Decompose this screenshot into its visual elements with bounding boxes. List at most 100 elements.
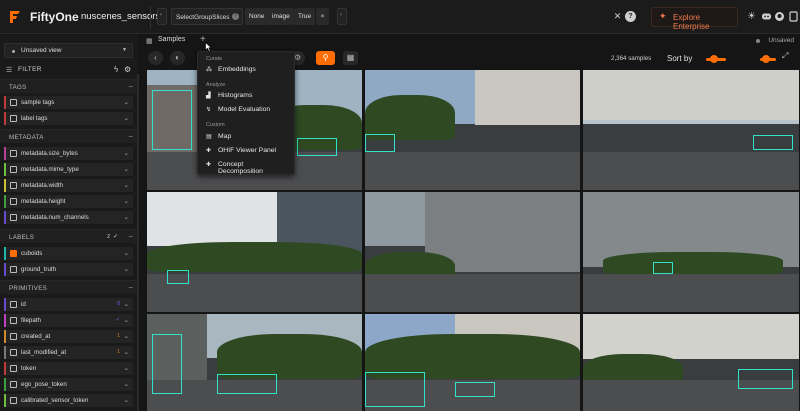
checkbox[interactable] [10,397,17,404]
sidebar-item-sample-tags[interactable]: sample tags ⌄ [4,96,133,109]
chevron-down-icon[interactable]: ⌄ [124,249,129,257]
sidebar-item-metadata-height[interactable]: metadata.height ⌄ [4,195,133,208]
sidebar-scrollbar[interactable] [137,74,139,411]
zoom-slider-knob[interactable] [762,55,770,63]
checkbox[interactable] [10,182,17,189]
checkbox-checked[interactable] [10,250,17,257]
chevron-down-icon[interactable]: ⌄ [124,348,129,356]
help-circle-icon[interactable]: ? [625,11,636,22]
sample-tile[interactable] [365,192,580,312]
chevron-down-icon[interactable]: ⌄ [124,181,129,189]
app-name[interactable]: FiftyOne [30,10,79,24]
close-operator-icon[interactable]: × [316,8,329,25]
view-selector[interactable]: Unsaved view ▼ [4,43,133,58]
menu-item-concept-decomposition[interactable]: ✚ Concept Decomposition [206,160,290,175]
chevron-down-icon[interactable]: ⌄ [124,114,129,122]
operator-arg-1[interactable]: None [245,8,269,25]
sidebar-item-created-at[interactable]: created_at 1 ⌄ [4,330,133,343]
theme-toggle-icon[interactable]: ☀ [746,11,757,22]
operator-next-button[interactable]: › [337,8,347,25]
sample-tile[interactable] [147,314,362,411]
checkbox[interactable] [10,150,17,157]
section-tags[interactable]: TAGS − [0,79,138,93]
checkbox[interactable] [10,317,17,324]
sample-tile[interactable] [365,70,580,190]
checkbox[interactable] [10,349,17,356]
section-primitives[interactable]: PRIMITIVES − [0,280,138,294]
collapse-icon[interactable]: − [128,132,133,141]
sidebar-item-calibrated-sensor-token[interactable]: calibrated_sensor_token ⌄ [4,394,133,407]
help-icon[interactable]: ? [232,13,239,20]
chevron-down-icon[interactable]: ⌄ [124,149,129,157]
section-metadata[interactable]: METADATA − [0,129,138,143]
dataset-name[interactable]: nuscenes_sensors [81,11,160,22]
checkbox[interactable] [10,333,17,340]
sidebar-item-cuboids[interactable]: cuboids ⌄ [4,247,133,260]
checkbox[interactable] [10,115,17,122]
operator-arg-3[interactable]: True [294,8,316,25]
close-icon[interactable]: ✕ [612,11,623,22]
sidebar-item-metadata-width[interactable]: metadata.width ⌄ [4,179,133,192]
section-labels[interactable]: LABELS 2 ✓ − [0,229,138,243]
check-icon[interactable]: ✓ [113,233,118,240]
sidebar-item-metadata-num-channels[interactable]: metadata.num_channels ⌄ [4,211,133,224]
checkbox[interactable] [10,381,17,388]
chevron-down-icon[interactable]: ⌄ [124,197,129,205]
sort-by-label[interactable]: Sort by [667,54,692,63]
chevron-down-icon[interactable]: ⌄ [124,316,129,324]
collapse-icon[interactable]: − [128,232,133,241]
back-icon[interactable]: ‹ [148,51,163,65]
checkbox[interactable] [10,214,17,221]
group-mode-icon[interactable]: ⚲ [316,51,335,65]
checkbox[interactable] [10,198,17,205]
sidebar-item-id[interactable]: id 0 ⌄ [4,298,133,311]
palette-icon[interactable]: ◐ [170,51,185,65]
chevron-down-icon[interactable]: ⌄ [124,98,129,106]
checkbox[interactable] [10,301,17,308]
chevron-down-icon[interactable]: ⌄ [124,165,129,173]
chevron-down-icon[interactable]: ⌄ [124,265,129,273]
chevron-down-icon[interactable]: ⌄ [124,396,129,404]
sidebar-item-metadata-mime-type[interactable]: metadata.mime_type ⌄ [4,163,133,176]
lightning-icon[interactable]: ϟ [114,65,118,74]
collapse-icon[interactable]: − [128,82,133,91]
menu-item-histograms[interactable]: ▟ Histograms [206,91,290,101]
sidebar-item-token[interactable]: token ⌄ [4,362,133,375]
chevron-down-icon[interactable]: ⌄ [124,332,129,340]
menu-item-ohif-viewer-panel[interactable]: ✚ OHIF Viewer Panel [206,146,290,156]
sidebar-item-metadata-size-bytes[interactable]: metadata.size_bytes ⌄ [4,147,133,160]
operator-arg-2[interactable]: image [268,8,294,25]
chevron-down-icon[interactable]: ⌄ [124,300,129,308]
sample-tile[interactable] [365,314,580,411]
collapse-icon[interactable]: − [128,283,133,292]
checkbox[interactable] [10,99,17,106]
sidebar-item-ego-pose-token[interactable]: ego_pose_token ⌄ [4,378,133,391]
operator-prev-button[interactable]: ‹ [157,8,167,25]
sort-toggle-knob[interactable] [710,55,718,63]
sidebar-item-label-tags[interactable]: label tags ⌄ [4,112,133,125]
menu-item-map[interactable]: ▤ Map [206,132,290,142]
gear-icon[interactable]: ⚙ [124,65,131,74]
menu-item-embeddings[interactable]: ⁂ Embeddings [206,65,290,75]
checkbox[interactable] [10,266,17,273]
grid-view-icon[interactable]: ▦ [343,51,358,65]
sidebar-item-ground-truth[interactable]: ground_truth ⌄ [4,263,133,276]
sample-tile[interactable] [583,70,799,190]
checkbox[interactable] [10,365,17,372]
chevron-down-icon[interactable]: ⌄ [124,380,129,388]
chevron-down-icon[interactable]: ⌄ [124,364,129,372]
fiftyone-logo-icon[interactable] [7,9,23,25]
checkbox[interactable] [10,166,17,173]
expand-icon[interactable]: ⤢ [782,51,788,61]
sample-tile[interactable] [583,314,799,411]
discord-icon[interactable] [761,11,772,22]
explore-enterprise-button[interactable]: ✦ Explore Enterprise [651,7,738,31]
menu-item-model-evaluation[interactable]: ↯ Model Evaluation [206,105,290,115]
chevron-down-icon[interactable]: ⌄ [124,213,129,221]
sidebar-item-last-modified-at[interactable]: last_modified_at 1 ⌄ [4,346,133,359]
sidebar-item-filepath[interactable]: filepath ✓ ⌄ [4,314,133,327]
sample-tile[interactable] [583,192,799,312]
sample-tile[interactable] [147,192,362,312]
tab-samples[interactable]: Samples [158,36,185,43]
github-icon[interactable] [774,11,785,22]
